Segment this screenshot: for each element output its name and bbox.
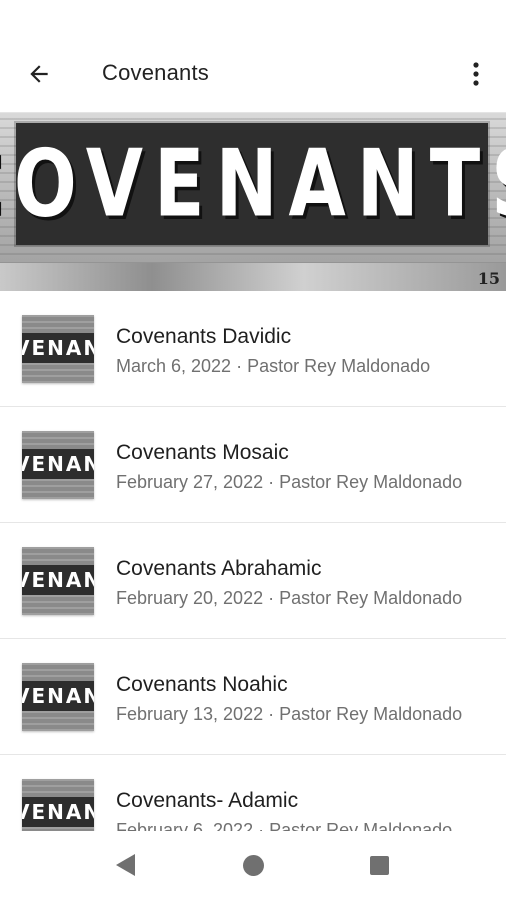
app-bar: Covenants bbox=[0, 36, 506, 113]
sermon-list: VENANT Covenants Davidic March 6, 2022 ·… bbox=[0, 291, 506, 831]
list-item-title: Covenants- Adamic bbox=[116, 789, 299, 812]
nav-recents-icon[interactable] bbox=[370, 856, 389, 875]
list-item[interactable]: VENANT Covenants Abrahamic February 20, … bbox=[0, 523, 506, 639]
list-item[interactable]: VENANT Covenants- Adamic February 6, 202… bbox=[0, 755, 506, 831]
thumbnail-text: VENANT bbox=[22, 333, 94, 363]
sermon-thumbnail: VENANT bbox=[22, 547, 94, 615]
status-bar bbox=[0, 0, 506, 36]
sermon-thumbnail: VENANT bbox=[22, 779, 94, 831]
list-item-title: Covenants Mosaic bbox=[116, 441, 289, 464]
list-item[interactable]: VENANT Covenants Davidic March 6, 2022 ·… bbox=[0, 291, 506, 407]
overflow-menu-button[interactable] bbox=[460, 54, 492, 94]
list-item-title: Covenants Davidic bbox=[116, 325, 292, 348]
list-item-title: Covenants Abrahamic bbox=[116, 557, 322, 580]
banner-title: COVENANTS bbox=[0, 130, 506, 238]
book-page-strip bbox=[0, 263, 506, 291]
system-nav-bar bbox=[0, 831, 506, 900]
thumbnail-text: VENANT bbox=[22, 681, 94, 711]
nav-back-icon[interactable] bbox=[116, 854, 135, 876]
nav-home-icon[interactable] bbox=[243, 855, 264, 876]
list-item-subtitle: February 20, 2022 · Pastor Rey Maldonado bbox=[116, 588, 463, 608]
sermon-thumbnail: VENANT bbox=[22, 431, 94, 499]
back-button[interactable] bbox=[18, 54, 60, 94]
list-item-subtitle: February 13, 2022 · Pastor Rey Maldonado bbox=[116, 704, 463, 724]
banner-page-number: 15 bbox=[477, 269, 500, 288]
thumbnail-text: VENANT bbox=[22, 565, 94, 595]
thumbnail-text: VENANT bbox=[22, 449, 94, 479]
more-vert-icon bbox=[473, 62, 479, 86]
list-item-subtitle: February 6, 2022 · Pastor Rey Maldonado bbox=[116, 820, 453, 831]
sermon-thumbnail: VENANT bbox=[22, 315, 94, 383]
thumbnail-text: VENANT bbox=[22, 797, 94, 827]
banner-title-box: COVENANTS bbox=[0, 123, 506, 245]
series-banner: 15 COVENANTS bbox=[0, 113, 506, 291]
list-item-title: Covenants Noahic bbox=[116, 673, 288, 696]
list-item-subtitle: March 6, 2022 · Pastor Rey Maldonado bbox=[116, 356, 431, 376]
list-item[interactable]: VENANT Covenants Noahic February 13, 202… bbox=[0, 639, 506, 755]
arrow-back-icon bbox=[30, 65, 48, 83]
sermon-thumbnail: VENANT bbox=[22, 663, 94, 731]
list-item-subtitle: February 27, 2022 · Pastor Rey Maldonado bbox=[116, 472, 463, 492]
list-item[interactable]: VENANT Covenants Mosaic February 27, 202… bbox=[0, 407, 506, 523]
page-title: Covenants bbox=[102, 60, 209, 85]
